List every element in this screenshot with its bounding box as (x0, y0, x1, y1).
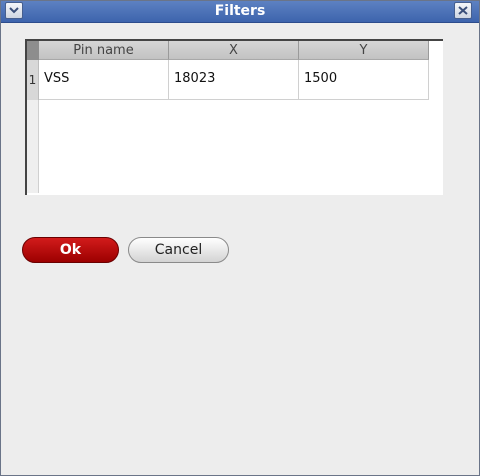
column-header-pin-name[interactable]: Pin name (39, 41, 169, 60)
cell-y[interactable]: 1500 (299, 60, 429, 100)
filters-dialog: Filters 1 Pin name X Y VSS 18023 1500 Ok… (0, 0, 480, 476)
close-icon (458, 6, 468, 15)
table-corner (27, 41, 39, 60)
column-header-x[interactable]: X (169, 41, 299, 60)
cell-x[interactable]: 18023 (169, 60, 299, 100)
pin-table[interactable]: 1 Pin name X Y VSS 18023 1500 (25, 39, 443, 195)
row-header-empty (27, 100, 39, 193)
window-title: Filters (214, 3, 266, 19)
ok-button[interactable]: Ok (22, 237, 119, 263)
cell-pin-name[interactable]: VSS (39, 60, 169, 100)
window-close-button[interactable] (454, 2, 472, 19)
column-header-y[interactable]: Y (299, 41, 429, 60)
title-bar[interactable]: Filters (1, 1, 479, 23)
row-header[interactable]: 1 (27, 60, 39, 100)
cancel-button[interactable]: Cancel (128, 237, 229, 263)
